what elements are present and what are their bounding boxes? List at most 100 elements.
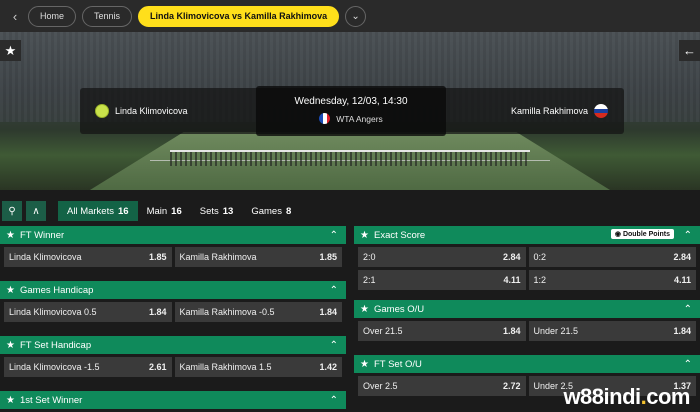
market-row: 2:0 2.84 0:2 2.84 (354, 244, 700, 270)
market-header-ft-set-ou[interactable]: ★ FT Set O/U ⌃ (354, 355, 700, 373)
selection-button[interactable]: 2:1 4.11 (358, 270, 526, 290)
tennis-ball-icon (95, 104, 109, 118)
market-header-exact-score[interactable]: ★ Exact Score ◉ Double Points ⌃ (354, 226, 700, 244)
star-icon[interactable]: ★ (360, 304, 374, 315)
market-header-ft-set-handicap[interactable]: ★ FT Set Handicap ⌃ (0, 336, 346, 354)
selection-odds: 1.84 (673, 326, 691, 336)
selection-odds: 1.42 (319, 362, 337, 372)
market-header-1st-set-winner[interactable]: ★ 1st Set Winner ⌃ (0, 391, 346, 409)
match-date: Wednesday, 12/03, 14:30 (294, 96, 408, 107)
russia-flag-icon (594, 104, 608, 118)
breadcrumb-tennis[interactable]: Tennis (82, 5, 133, 27)
market-filter-bar: ⚲ ∧ All Markets 16 Main 16 Sets 13 Games… (0, 198, 700, 224)
tab-main[interactable]: Main 16 (138, 201, 191, 221)
selection-button[interactable]: Over 2.5 2.72 (358, 376, 526, 396)
watermark-tld: com (646, 384, 690, 409)
tab-label: Main (146, 205, 168, 217)
selection-name: Under 21.5 (533, 326, 579, 336)
chevron-up-icon[interactable]: ⌃ (684, 230, 692, 241)
tournament: WTA Angers (256, 113, 446, 124)
watermark-main: w88indi (563, 384, 641, 409)
selection-name: Linda Klimovicova (9, 252, 82, 262)
market-row: Linda Klimovicova 0.5 1.84 Kamilla Rakhi… (0, 299, 346, 325)
france-flag-icon (319, 113, 331, 124)
breadcrumb-home[interactable]: Home (28, 5, 77, 27)
selection-button[interactable]: 2:0 2.84 (358, 247, 526, 267)
tab-sets[interactable]: Sets 13 (191, 201, 243, 221)
selection-name: 2:1 (363, 275, 376, 285)
badge-label: Double Points (622, 230, 670, 238)
selection-button[interactable]: Linda Klimovicova 0.5 1.84 (4, 302, 172, 322)
selection-odds: 1.84 (148, 307, 167, 317)
chevron-up-icon[interactable]: ⌃ (684, 304, 692, 315)
selection-button[interactable]: Linda Klimovicova 1.85 (4, 247, 172, 267)
chevron-up-icon[interactable]: ⌃ (330, 340, 338, 351)
selection-odds: 2.72 (502, 381, 521, 391)
chevron-up-icon[interactable]: ⌃ (330, 230, 338, 241)
chevron-down-icon[interactable]: ⌄ (345, 5, 367, 27)
player-away: Kamilla Rakhimova (511, 104, 608, 118)
market-title: FT Set O/U (374, 358, 422, 370)
selection-button[interactable]: 1:2 4.11 (528, 270, 696, 290)
selection-name: Kamilla Rakhimova (179, 252, 257, 262)
tab-games[interactable]: Games 8 (242, 201, 300, 221)
markets-left-column: ★ FT Winner ⌃ Linda Klimovicova 1.85 Kam… (0, 226, 346, 409)
selection-button[interactable]: 0:2 2.84 (528, 247, 696, 267)
back-arrow-icon[interactable]: ← (679, 40, 700, 61)
tab-label: All Markets (67, 205, 114, 217)
market-title: Games Handicap (20, 284, 94, 296)
market-header-games-handicap[interactable]: ★ Games Handicap ⌃ (0, 281, 346, 299)
star-icon[interactable]: ★ (6, 285, 20, 296)
selection-button[interactable]: Under 21.5 1.84 (528, 321, 696, 341)
selection-odds: 1.85 (148, 252, 167, 262)
search-icon[interactable]: ⚲ (2, 201, 22, 221)
markets-right-column: ★ Exact Score ◉ Double Points ⌃ 2:0 2.84… (354, 226, 700, 399)
chevron-up-icon[interactable]: ⌃ (330, 395, 338, 406)
star-icon[interactable]: ★ (360, 230, 374, 241)
selection-name: Linda Klimovicova 0.5 (9, 307, 97, 317)
back-chevron-icon[interactable]: ‹ (8, 9, 22, 24)
market-header-games-ou[interactable]: ★ Games O/U ⌃ (354, 300, 700, 318)
market-title: Games O/U (374, 303, 425, 315)
favourite-star-icon[interactable]: ★ (0, 40, 21, 61)
selection-odds: 1.85 (319, 252, 337, 262)
selection-name: 0:2 (533, 252, 547, 262)
match-hero: ★ ← Linda Klimovicova Kamilla Rakhimova … (0, 32, 700, 190)
market-row: Linda Klimovicova -1.5 2.61 Kamilla Rakh… (0, 354, 346, 380)
selection-button[interactable]: Kamilla Rakhimova -0.5 1.84 (174, 302, 342, 322)
tab-count: 16 (117, 205, 129, 217)
chevron-up-icon[interactable]: ⌃ (330, 285, 338, 296)
player-away-name: Kamilla Rakhimova (510, 106, 588, 116)
market-title: 1st Set Winner (20, 394, 83, 406)
tab-count: 8 (285, 205, 292, 217)
collapse-all-icon[interactable]: ∧ (26, 201, 46, 221)
player-home: Linda Klimovicova (95, 104, 188, 118)
double-points-badge: ◉ Double Points (610, 229, 674, 239)
selection-odds: 2.61 (148, 362, 167, 372)
chevron-up-icon[interactable]: ⌃ (684, 359, 692, 370)
selection-name: 1:2 (533, 275, 547, 285)
star-icon[interactable]: ★ (6, 395, 20, 406)
market-header-ft-winner[interactable]: ★ FT Winner ⌃ (0, 226, 346, 244)
selection-button[interactable]: Linda Klimovicova -1.5 2.61 (4, 357, 172, 377)
selection-name: Over 2.5 (363, 381, 398, 391)
tournament-name: WTA Angers (336, 113, 383, 124)
tab-all-markets[interactable]: All Markets 16 (58, 201, 138, 221)
market-title: Exact Score (374, 229, 426, 241)
player-home-name: Linda Klimovicova (115, 106, 188, 116)
watermark: w88indi.com (563, 384, 690, 410)
star-icon[interactable]: ★ (360, 359, 374, 370)
tab-label: Games (251, 205, 282, 217)
breadcrumb-match[interactable]: Linda Klimovicova vs Kamilla Rakhimova (138, 5, 340, 27)
selection-button[interactable]: Over 21.5 1.84 (358, 321, 526, 341)
star-icon[interactable]: ★ (6, 340, 20, 351)
selection-button[interactable]: Kamilla Rakhimova 1.5 1.42 (174, 357, 342, 377)
selection-odds: 4.11 (503, 275, 521, 285)
star-icon[interactable]: ★ (6, 230, 20, 241)
breadcrumb: ‹ Home Tennis Linda Klimovicova vs Kamil… (0, 0, 700, 32)
selection-button[interactable]: Kamilla Rakhimova 1.85 (174, 247, 342, 267)
